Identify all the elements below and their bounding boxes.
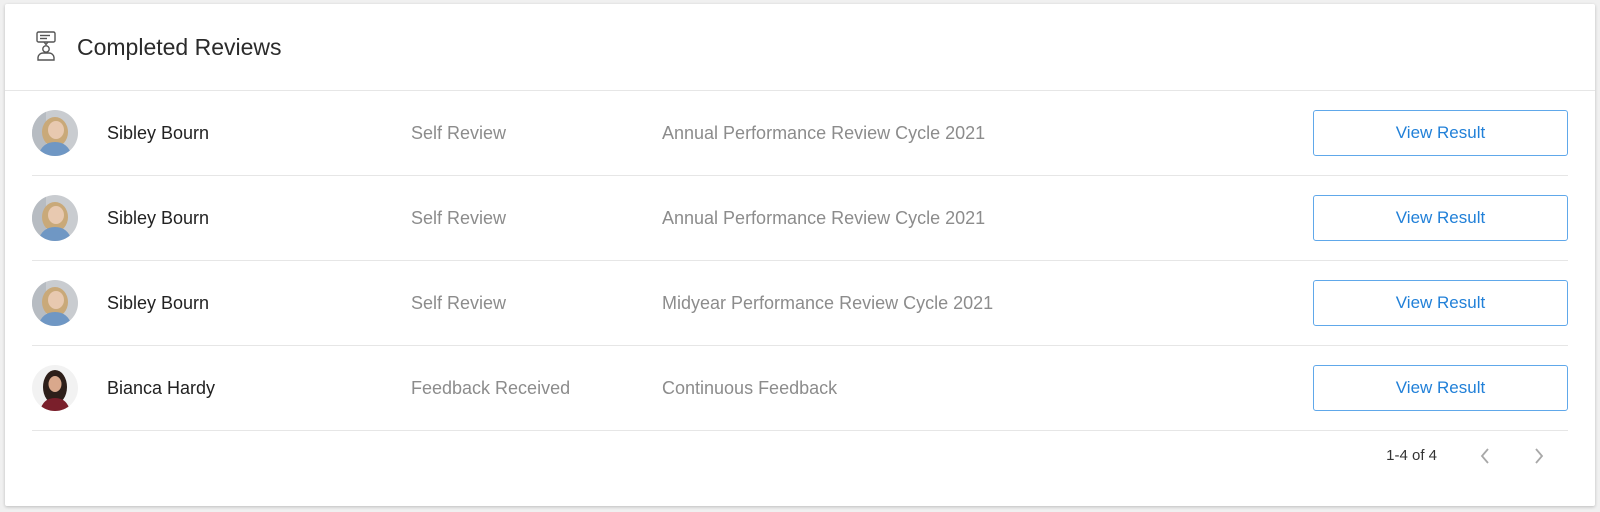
review-cycle: Continuous Feedback: [662, 377, 838, 398]
review-cycle: Annual Performance Review Cycle 2021: [662, 207, 986, 228]
pagination: 1-4 of 4: [1386, 447, 1547, 464]
avatar: [32, 110, 78, 156]
review-type: Self Review: [411, 122, 507, 143]
avatar: [32, 365, 78, 411]
review-row: Bianca Hardy Feedback Received Continuou…: [32, 346, 1568, 431]
view-result-button[interactable]: View Result: [1313, 365, 1568, 411]
avatar: [32, 280, 78, 326]
review-type: Self Review: [411, 292, 507, 313]
page-title: Completed Reviews: [77, 33, 282, 60]
card-header: Completed Reviews: [5, 4, 1595, 91]
review-list: Sibley Bourn Self Review Annual Performa…: [5, 91, 1595, 431]
review-person-icon: [35, 31, 59, 63]
chevron-right-icon[interactable]: [1531, 447, 1547, 464]
view-result-button[interactable]: View Result: [1313, 110, 1568, 156]
completed-reviews-card: Completed Reviews Sibley Bourn Self Revi…: [5, 4, 1595, 506]
view-result-button[interactable]: View Result: [1313, 280, 1568, 326]
reviewee-name: Sibley Bourn: [107, 207, 210, 228]
review-type: Feedback Received: [411, 377, 571, 398]
review-type: Self Review: [411, 207, 507, 228]
chevron-left-icon[interactable]: [1477, 447, 1493, 464]
reviewee-name: Sibley Bourn: [107, 292, 210, 313]
view-result-button[interactable]: View Result: [1313, 195, 1568, 241]
avatar: [32, 195, 78, 241]
reviewee-name: Sibley Bourn: [107, 122, 210, 143]
reviewee-name: Bianca Hardy: [107, 377, 216, 398]
review-row: Sibley Bourn Self Review Annual Performa…: [32, 176, 1568, 261]
review-cycle: Midyear Performance Review Cycle 2021: [662, 292, 994, 313]
review-row: Sibley Bourn Self Review Midyear Perform…: [32, 261, 1568, 346]
review-row: Sibley Bourn Self Review Annual Performa…: [32, 91, 1568, 176]
review-cycle: Annual Performance Review Cycle 2021: [662, 122, 986, 143]
pagination-range: 1-4 of 4: [1386, 447, 1437, 464]
